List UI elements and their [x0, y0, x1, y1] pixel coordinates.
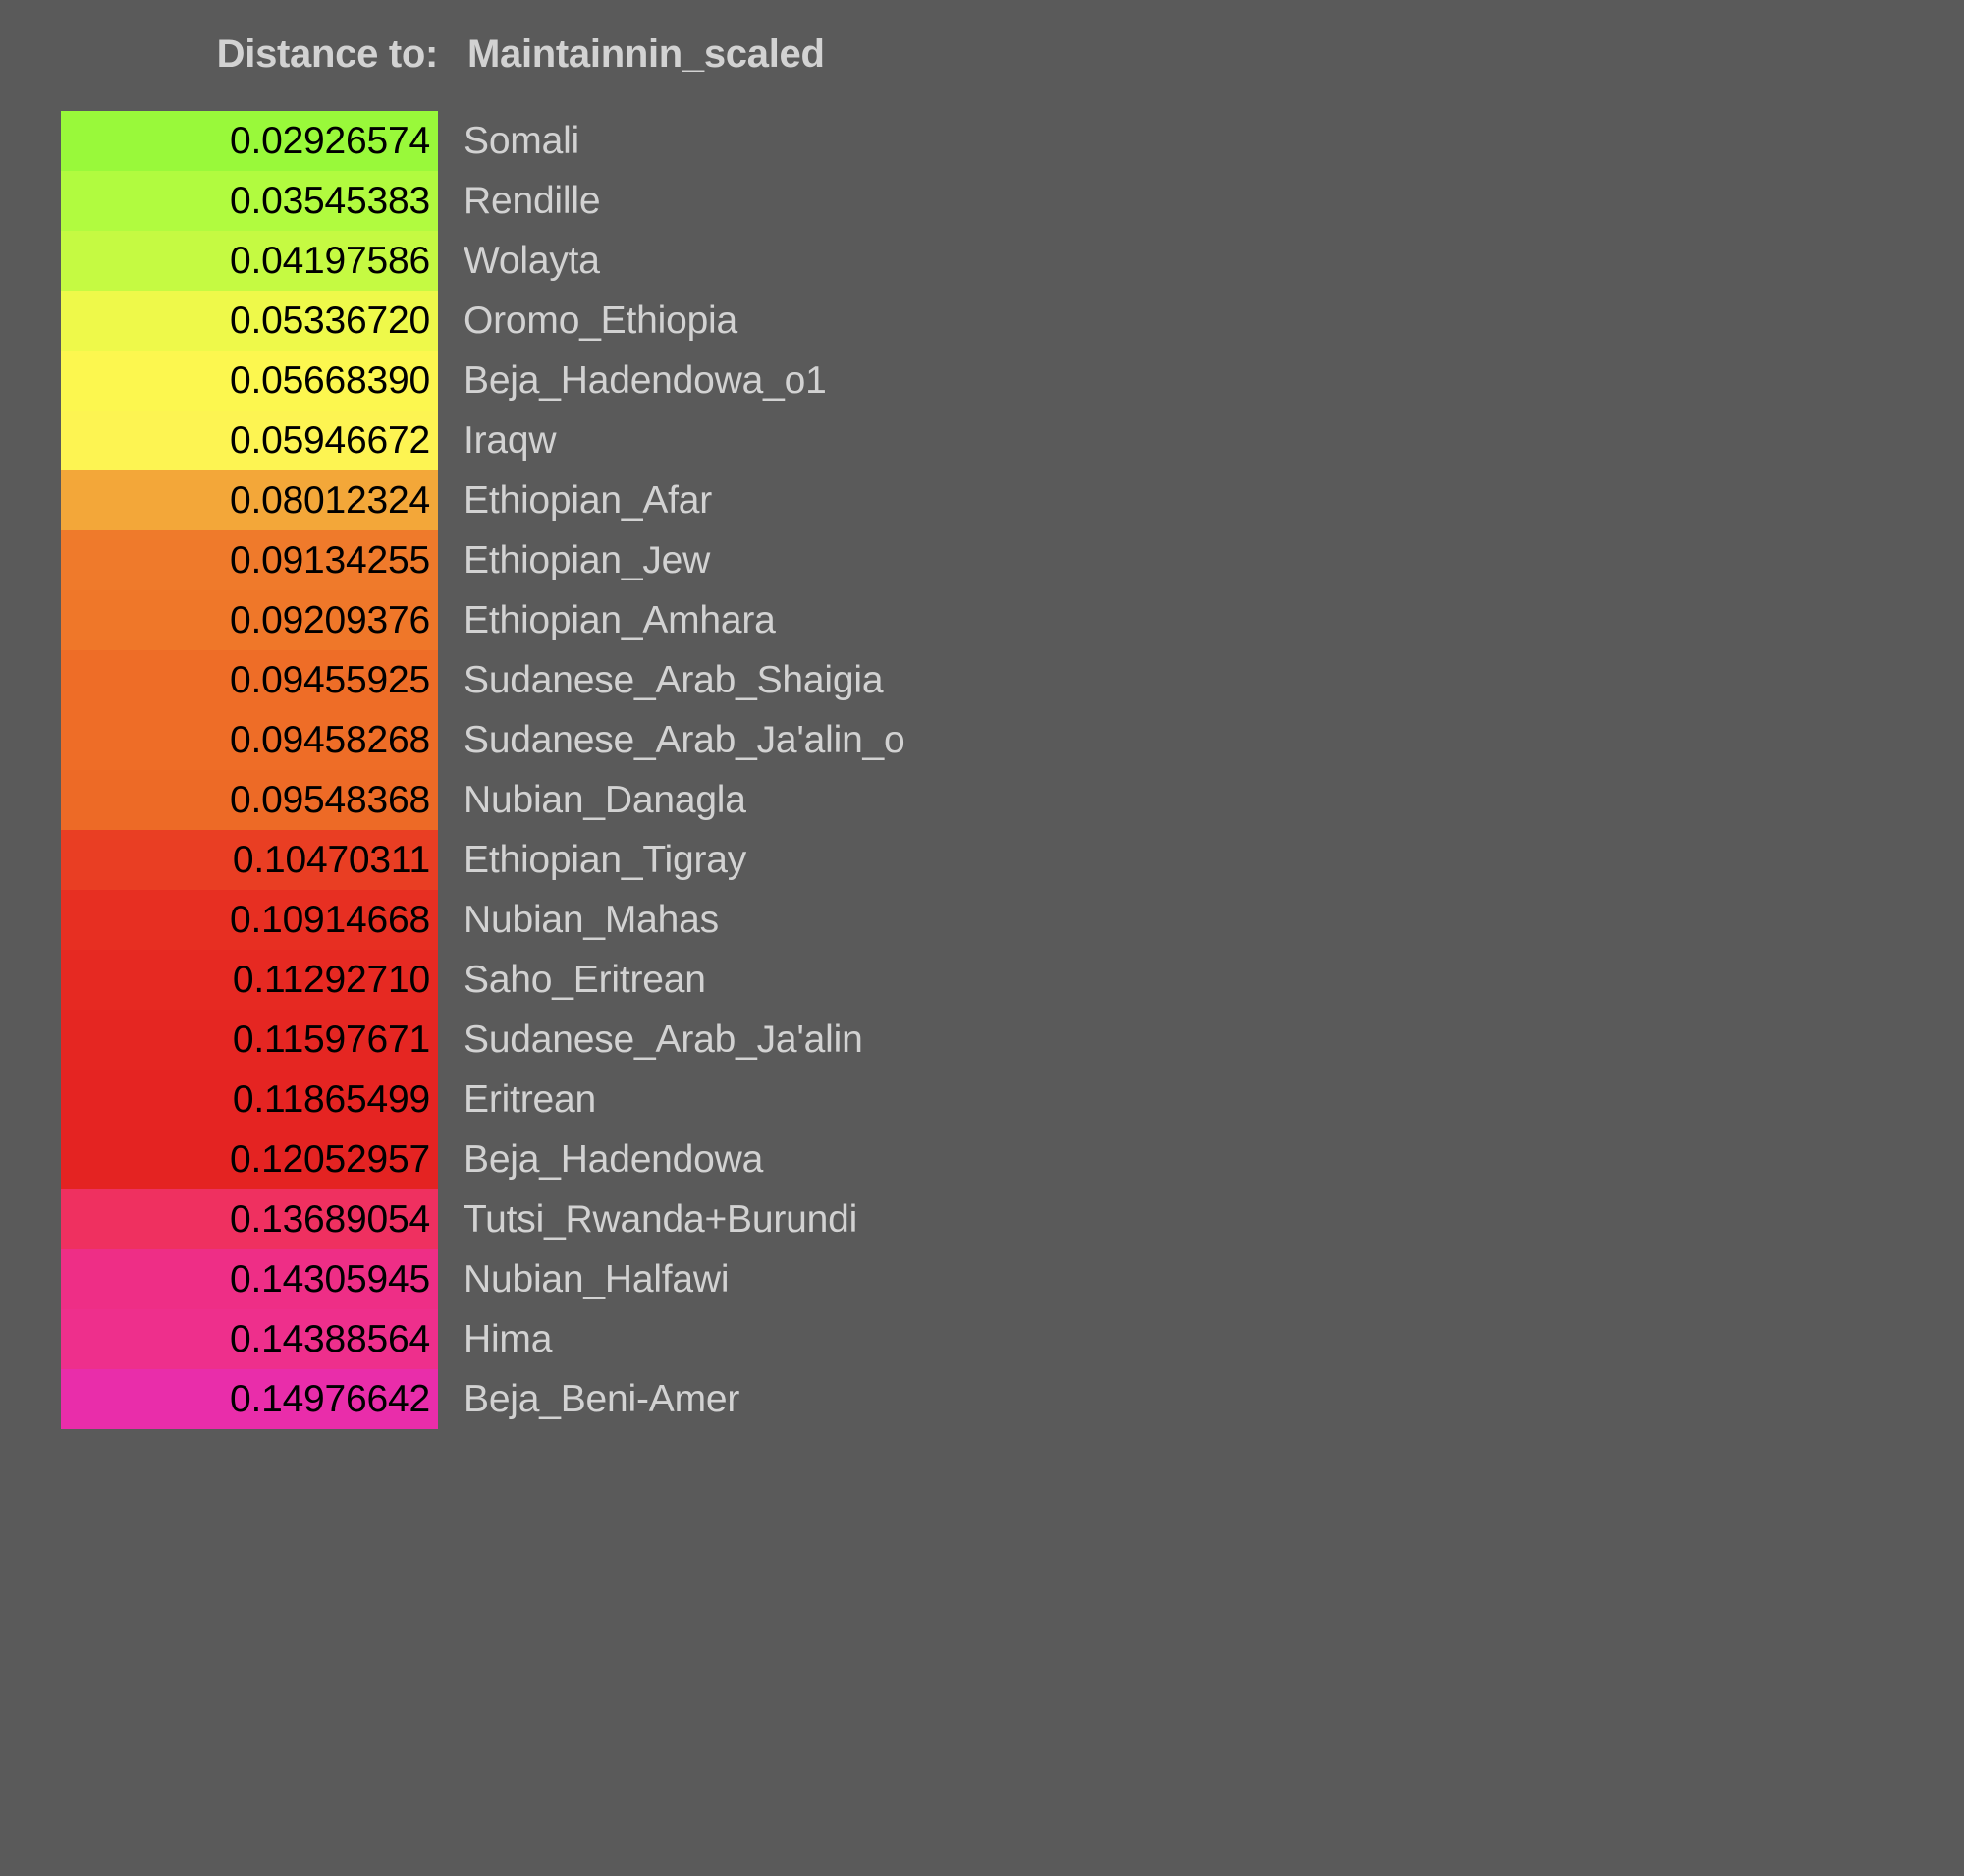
distance-value-cell: 0.04197586 — [61, 231, 438, 291]
distance-value-cell: 0.11597671 — [61, 1010, 438, 1070]
table-row[interactable]: 0.10470311 Ethiopian_Tigray — [61, 830, 1907, 890]
table-row[interactable]: 0.05946672 Iraqw — [61, 411, 1907, 470]
distance-value-cell: 0.14305945 — [61, 1249, 438, 1309]
distance-value-cell: 0.10914668 — [61, 890, 438, 950]
table-row[interactable]: 0.09548368 Nubian_Danagla — [61, 770, 1907, 830]
population-label-cell: Nubian_Halfawi — [464, 1257, 730, 1300]
population-label-cell: Beja_Hadendowa — [464, 1137, 764, 1181]
population-label-cell: Tutsi_Rwanda+Burundi — [464, 1197, 858, 1241]
population-label-cell: Beja_Beni-Amer — [464, 1377, 740, 1420]
table-row[interactable]: 0.05336720 Oromo_Ethiopia — [61, 291, 1907, 351]
table-row[interactable]: 0.11597671 Sudanese_Arab_Ja'alin — [61, 1010, 1907, 1070]
population-label-cell: Wolayta — [464, 239, 600, 282]
population-label-cell: Nubian_Danagla — [464, 778, 746, 821]
distance-value-cell: 0.14976642 — [61, 1369, 438, 1429]
population-label-cell: Beja_Hadendowa_o1 — [464, 359, 827, 402]
population-label-cell: Sudanese_Arab_Ja'alin — [464, 1018, 863, 1061]
distance-value-cell: 0.12052957 — [61, 1130, 438, 1189]
table-row[interactable]: 0.05668390 Beja_Hadendowa_o1 — [61, 351, 1907, 411]
heatmap-distance-table: Distance to: Maintainnin_scaled 0.029265… — [0, 0, 1964, 1876]
distance-value-cell: 0.09134255 — [61, 530, 438, 590]
distance-target-name: Maintainnin_scaled — [467, 31, 825, 76]
table-row[interactable]: 0.14388564 Hima — [61, 1309, 1907, 1369]
table-row[interactable]: 0.10914668 Nubian_Mahas — [61, 890, 1907, 950]
population-label-cell: Ethiopian_Afar — [464, 478, 713, 522]
distance-value-cell: 0.09458268 — [61, 710, 438, 770]
distance-to-label: Distance to: — [216, 31, 439, 76]
table-row[interactable]: 0.04197586 Wolayta — [61, 231, 1907, 291]
table-row[interactable]: 0.14305945 Nubian_Halfawi — [61, 1249, 1907, 1309]
table-row[interactable]: 0.09458268 Sudanese_Arab_Ja'alin_o — [61, 710, 1907, 770]
population-label-cell: Nubian_Mahas — [464, 898, 719, 941]
population-label-cell: Ethiopian_Jew — [464, 538, 711, 581]
population-label-cell: Somali — [464, 119, 580, 162]
table-header: Distance to: Maintainnin_scaled — [61, 24, 1239, 84]
distance-value-cell: 0.03545383 — [61, 171, 438, 231]
table-row[interactable]: 0.12052957 Beja_Hadendowa — [61, 1130, 1907, 1189]
table-row[interactable]: 0.08012324 Ethiopian_Afar — [61, 470, 1907, 530]
distance-value-cell: 0.10470311 — [61, 830, 438, 890]
table-row[interactable]: 0.11292710 Saho_Eritrean — [61, 950, 1907, 1010]
population-label-cell: Rendille — [464, 179, 601, 222]
distance-value-cell: 0.08012324 — [61, 470, 438, 530]
distance-value-cell: 0.13689054 — [61, 1189, 438, 1249]
population-label-cell: Iraqw — [464, 418, 557, 462]
population-label-cell: Ethiopian_Amhara — [464, 598, 776, 641]
table-row[interactable]: 0.03545383 Rendille — [61, 171, 1907, 231]
population-label-cell: Ethiopian_Tigray — [464, 838, 747, 881]
table-row[interactable]: 0.09209376 Ethiopian_Amhara — [61, 590, 1907, 650]
distance-value-cell: 0.09455925 — [61, 650, 438, 710]
distance-row-list: 0.02926574 Somali 0.03545383 Rendille 0.0419… — [61, 111, 1907, 1429]
table-row[interactable]: 0.02926574 Somali — [61, 111, 1907, 171]
table-row[interactable]: 0.14976642 Beja_Beni-Amer — [61, 1369, 1907, 1429]
population-label-cell: Sudanese_Arab_Ja'alin_o — [464, 718, 905, 761]
population-label-cell: Sudanese_Arab_Shaigia — [464, 658, 884, 701]
population-label-cell: Saho_Eritrean — [464, 958, 706, 1001]
population-label-cell: Oromo_Ethiopia — [464, 299, 738, 342]
table-row[interactable]: 0.11865499 Eritrean — [61, 1070, 1907, 1130]
distance-value-cell: 0.05668390 — [61, 351, 438, 411]
distance-value-cell: 0.09209376 — [61, 590, 438, 650]
distance-value-cell: 0.05946672 — [61, 411, 438, 470]
distance-value-cell: 0.11292710 — [61, 950, 438, 1010]
table-row[interactable]: 0.09134255 Ethiopian_Jew — [61, 530, 1907, 590]
distance-value-cell: 0.09548368 — [61, 770, 438, 830]
distance-value-cell: 0.14388564 — [61, 1309, 438, 1369]
population-label-cell: Eritrean — [464, 1077, 596, 1121]
distance-value-cell: 0.02926574 — [61, 111, 438, 171]
table-row[interactable]: 0.09455925 Sudanese_Arab_Shaigia — [61, 650, 1907, 710]
table-row[interactable]: 0.13689054 Tutsi_Rwanda+Burundi — [61, 1189, 1907, 1249]
distance-value-cell: 0.11865499 — [61, 1070, 438, 1130]
population-label-cell: Hima — [464, 1317, 553, 1360]
distance-value-cell: 0.05336720 — [61, 291, 438, 351]
